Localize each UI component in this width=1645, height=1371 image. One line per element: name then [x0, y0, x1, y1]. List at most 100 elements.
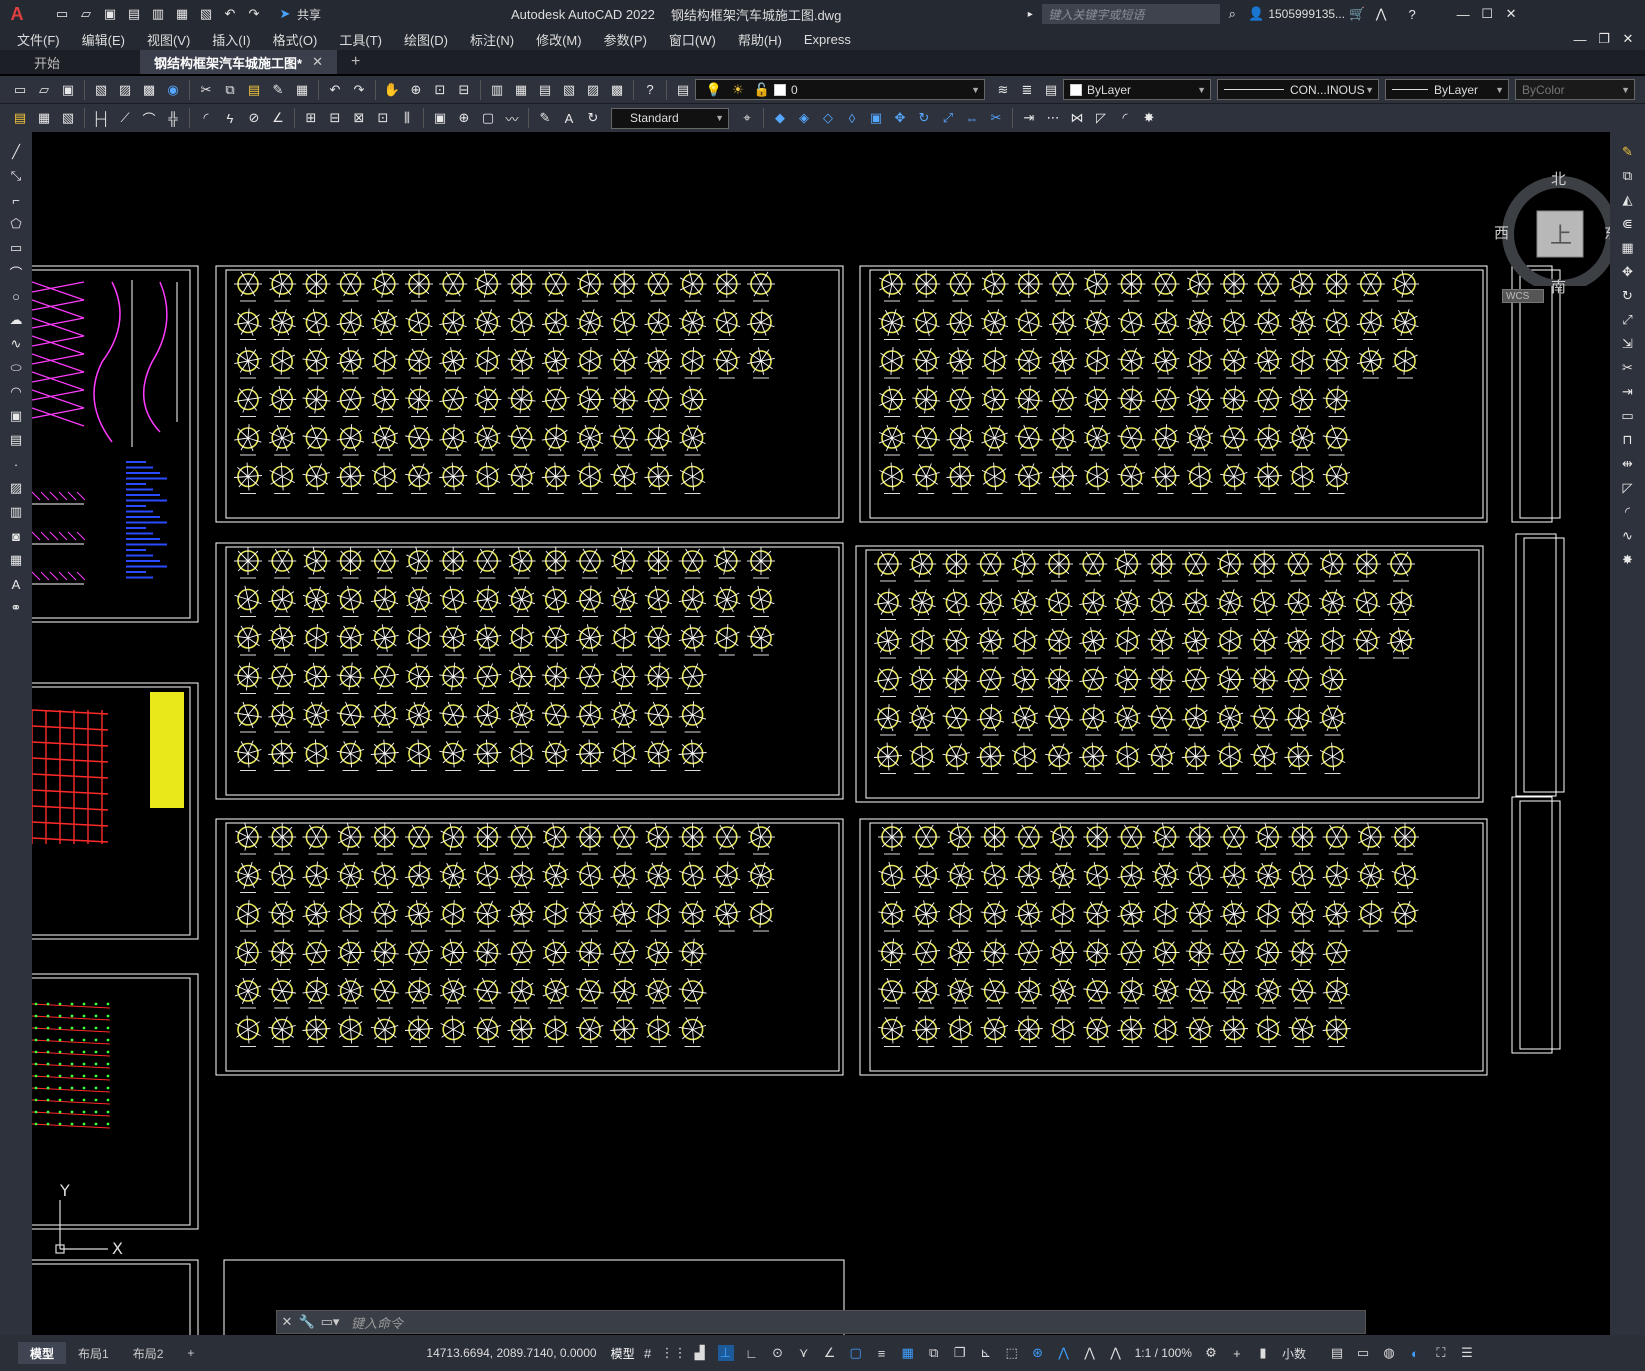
maximize-icon[interactable]: ☐ — [1478, 5, 1496, 23]
copy-object-icon[interactable]: ◈ — [795, 109, 813, 127]
make-current-icon[interactable]: ≋ — [994, 81, 1012, 99]
tab-model[interactable]: 模型 — [18, 1342, 67, 1364]
region-icon[interactable]: ◙ — [7, 527, 25, 545]
dimstyle-manager-icon[interactable]: ⌖ — [738, 109, 756, 127]
lock-ui-icon[interactable]: ▭ — [1355, 1345, 1371, 1361]
explode-icon[interactable]: ✸ — [1140, 109, 1158, 127]
tolerance-icon[interactable]: ▣ — [431, 109, 449, 127]
gizmo-icon[interactable]: ⊛ — [1030, 1345, 1046, 1361]
menu-help[interactable]: 帮助(H) — [727, 30, 793, 49]
lineweight-dropdown[interactable]: ByLayer ▼ — [1385, 79, 1509, 100]
user-icon[interactable]: 👤 — [1247, 5, 1265, 23]
center-mark-icon[interactable]: ⊕ — [455, 109, 473, 127]
fillet-icon[interactable]: ◜ — [1116, 109, 1134, 127]
viewcube-south[interactable]: 南 — [1551, 276, 1566, 297]
3d-osnap-icon[interactable]: ❐ — [952, 1345, 968, 1361]
snap-icon[interactable]: ⋮⋮ — [661, 1345, 687, 1361]
layer-previous-icon[interactable]: ≣ — [1018, 81, 1036, 99]
dynamic-ucs-icon[interactable]: ⊾ — [978, 1345, 994, 1361]
fillet-icon[interactable]: ◜ — [1619, 503, 1637, 521]
rectangle-icon[interactable]: ▭ — [7, 239, 25, 257]
dim-aligned-icon[interactable]: ⟋ — [116, 109, 134, 127]
extend-icon[interactable]: ⇥ — [1619, 383, 1637, 401]
publish-icon[interactable]: ▩ — [140, 81, 158, 99]
array-icon[interactable]: ▣ — [867, 109, 885, 127]
menu-modify[interactable]: 修改(M) — [525, 30, 593, 49]
cut-icon[interactable]: ✂ — [197, 81, 215, 99]
gradient-icon[interactable]: ▥ — [7, 503, 25, 521]
move-icon[interactable]: ✥ — [891, 109, 909, 127]
point-icon[interactable]: · — [7, 455, 25, 473]
chamfer-icon[interactable]: ◸ — [1619, 479, 1637, 497]
explode-icon[interactable]: ✸ — [1619, 551, 1637, 569]
doc-close-icon[interactable]: ✕ — [1619, 30, 1637, 48]
tool-palettes-icon[interactable]: ▤ — [536, 81, 554, 99]
break-icon[interactable]: ⊓ — [1619, 431, 1637, 449]
pan-icon[interactable]: ✋ — [383, 81, 401, 99]
insert-block-icon[interactable]: ▣ — [7, 407, 25, 425]
menu-dimension[interactable]: 标注(N) — [459, 30, 525, 49]
workspace-icon[interactable]: ⚙ — [1203, 1345, 1219, 1361]
dim-update-icon[interactable]: ↻ — [584, 109, 602, 127]
array-icon[interactable]: ▦ — [1619, 239, 1637, 257]
infer-constraints-icon[interactable]: ▟ — [692, 1345, 708, 1361]
tab-layout1[interactable]: 布局1 — [66, 1342, 121, 1364]
viewcube-west[interactable]: 西 — [1494, 222, 1509, 243]
copy-icon[interactable]: ⧉ — [1619, 167, 1637, 185]
plot-icon[interactable]: ▧ — [92, 81, 110, 99]
chamfer-icon[interactable]: ◸ — [1092, 109, 1110, 127]
isodraft-icon[interactable]: ⋎ — [796, 1345, 812, 1361]
dim-baseline-icon[interactable]: ⊟ — [326, 109, 344, 127]
user-name[interactable]: 1505999135... — [1268, 7, 1345, 21]
ellipse-icon[interactable]: ⬭ — [7, 359, 25, 377]
clean-screen-icon[interactable]: ⛶ — [1433, 1345, 1449, 1361]
coordinates-readout[interactable]: 14713.6694, 2089.7140, 0.0000 — [426, 1346, 596, 1360]
rotate-icon[interactable]: ↻ — [1619, 287, 1637, 305]
graphics-performance-icon[interactable]: ◐ — [1407, 1345, 1423, 1361]
dim-edit-icon[interactable]: ✎ — [536, 109, 554, 127]
plot-preview-icon[interactable]: ▨ — [116, 81, 134, 99]
command-recent-icon[interactable]: ▭▾ — [317, 1314, 343, 1330]
mirror-icon[interactable]: ◇ — [819, 109, 837, 127]
mtext-icon[interactable]: A — [7, 575, 25, 593]
save-icon[interactable]: ▣ — [101, 5, 119, 23]
menu-view[interactable]: 视图(V) — [136, 30, 201, 49]
doc-minimize-icon[interactable]: — — [1571, 30, 1589, 48]
copy-icon[interactable]: ⧉ — [221, 81, 239, 99]
markup-icon[interactable]: ▨ — [584, 81, 602, 99]
dim-diameter-icon[interactable]: ⊘ — [245, 109, 263, 127]
tab-close-icon[interactable]: ✕ — [312, 54, 323, 70]
units-icon[interactable]: ▮ — [1255, 1345, 1271, 1361]
open-icon[interactable]: ▱ — [35, 81, 53, 99]
annotation-scale-value[interactable]: 1:1 / 100% — [1135, 1346, 1192, 1360]
annotation-scale-icon[interactable]: ⋀ — [1108, 1345, 1124, 1361]
redo-icon[interactable]: ↷ — [350, 81, 368, 99]
erase-icon[interactable]: ◆ — [771, 109, 789, 127]
zoom-window-icon[interactable]: ⊡ — [431, 81, 449, 99]
add-selected-icon[interactable]: ⚭ — [7, 599, 25, 617]
linetype-dropdown[interactable]: CON...INOUS ▼ — [1217, 79, 1379, 100]
plot-icon[interactable]: ▧ — [197, 5, 215, 23]
doc-restore-icon[interactable]: ❐ — [1595, 30, 1613, 48]
selection-cycling-icon[interactable]: ⧉ — [926, 1345, 942, 1361]
circle-icon[interactable]: ○ — [7, 287, 25, 305]
quickcalc-icon[interactable]: ▩ — [608, 81, 626, 99]
join-icon[interactable]: ⇹ — [1619, 455, 1637, 473]
polyline-icon[interactable]: ⌐ — [7, 191, 25, 209]
join-icon[interactable]: ⋈ — [1068, 109, 1086, 127]
menu-insert[interactable]: 插入(I) — [201, 30, 261, 49]
3dprint-icon[interactable]: ◉ — [164, 81, 182, 99]
menu-express[interactable]: Express — [793, 32, 862, 47]
close-icon[interactable]: ✕ — [1502, 5, 1520, 23]
offset-icon[interactable]: ⋐ — [1619, 215, 1637, 233]
move-icon[interactable]: ✥ — [1619, 263, 1637, 281]
rotate-icon[interactable]: ↻ — [915, 109, 933, 127]
tab-start[interactable]: 开始 — [20, 50, 140, 74]
trim-icon[interactable]: ✂ — [987, 109, 1005, 127]
annotation-monitor-icon[interactable]: + — [1229, 1345, 1245, 1361]
dim-space-icon[interactable]: ⊡ — [374, 109, 392, 127]
blend-icon[interactable]: ∿ — [1619, 527, 1637, 545]
open-file-icon[interactable]: ▱ — [77, 5, 95, 23]
menu-parametric[interactable]: 参数(P) — [593, 30, 658, 49]
grid-icon[interactable]: # — [640, 1345, 656, 1361]
